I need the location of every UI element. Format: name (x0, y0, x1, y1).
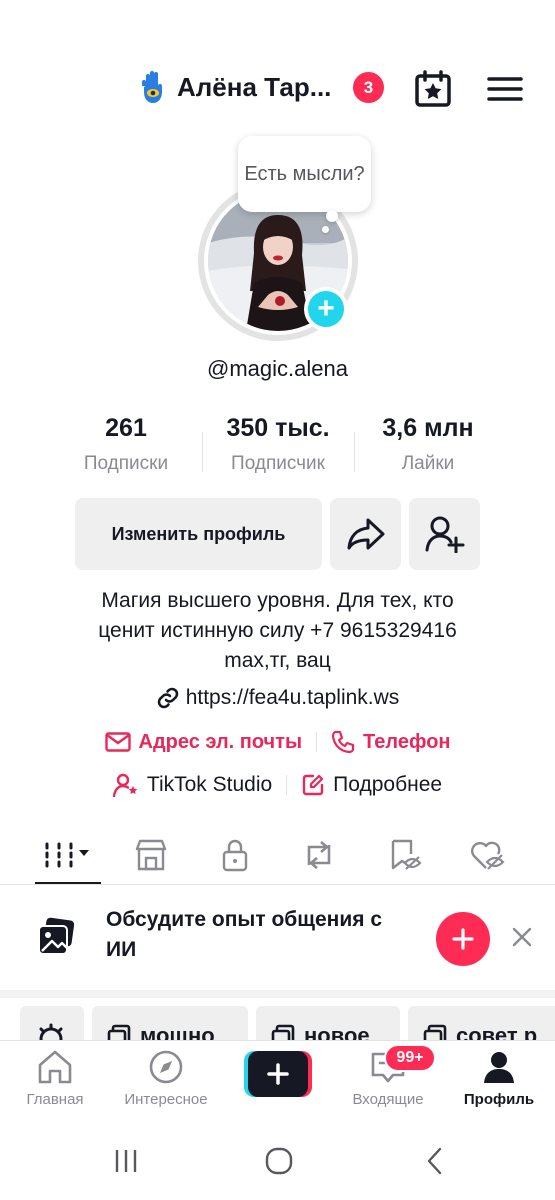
profile-icon (484, 1052, 514, 1083)
stat-following-label: Подписки (83, 453, 169, 474)
videos-grid-icon (45, 842, 89, 868)
profile-handle: @magic.alena (207, 356, 348, 381)
home-system-icon[interactable] (264, 1146, 294, 1176)
shop-icon (135, 839, 167, 871)
tab-liked[interactable] (448, 830, 528, 880)
mail-icon (104, 732, 131, 752)
calendar-star-icon[interactable] (413, 69, 453, 109)
stat-likes-label: Лайки (401, 453, 455, 474)
tab-private[interactable] (195, 830, 275, 880)
nav-discover-label: Интересное (124, 1091, 208, 1108)
more-info-button[interactable]: Подробнее (301, 773, 442, 797)
close-icon[interactable] (508, 923, 536, 951)
bio-line: ценит истинную силу +7 9615329416 (98, 619, 457, 642)
nav-profile[interactable]: Профиль (444, 1049, 554, 1108)
tab-videos[interactable] (28, 830, 108, 880)
tab-reposts[interactable] (279, 830, 359, 880)
ai-promo-text: Обсудите опыт общения с ИИ (106, 908, 383, 961)
section-divider (0, 990, 555, 998)
tiktok-studio-button[interactable]: TikTok Studio (112, 773, 273, 797)
nav-home-label: Главная (26, 1091, 84, 1108)
phone-contact-label: Телефон (363, 730, 451, 753)
stat-likes[interactable]: 3,6 млн Лайки (348, 414, 508, 475)
divider (316, 732, 318, 752)
ai-promo-banner[interactable]: Обсудите опыт общения с ИИ (0, 885, 555, 990)
photos-icon (38, 917, 75, 955)
nav-home[interactable]: Главная (0, 1049, 110, 1108)
stat-followers-value: 350 тыс. (226, 414, 330, 442)
thought-bubble-tail-small (322, 226, 329, 233)
bio-line: max,тг, вац (224, 649, 331, 672)
link-icon (157, 687, 178, 709)
nav-profile-label: Профиль (463, 1091, 535, 1108)
add-story-button[interactable]: + (304, 287, 348, 331)
phone-icon (331, 730, 355, 754)
compass-icon (149, 1050, 183, 1084)
ai-promo-add-button[interactable] (436, 912, 490, 966)
thought-bubble[interactable]: Есть мысли? (238, 136, 371, 212)
bio-line: Магия высшего уровня. Для тех, кто (101, 589, 454, 612)
email-contact-button[interactable]: Адрес эл. почты (104, 730, 303, 754)
stat-following[interactable]: 261 Подписки (46, 414, 206, 475)
stat-followers-label: Подписчик (231, 453, 325, 474)
edit-note-icon (302, 774, 324, 796)
edit-profile-button[interactable]: Изменить профиль (75, 498, 322, 570)
add-friend-button[interactable] (409, 498, 480, 570)
profile-username[interactable]: Алёна Тар... (177, 72, 331, 103)
system-navigation-bar (0, 1120, 555, 1200)
plus-icon (452, 928, 474, 950)
create-button[interactable] (244, 1051, 312, 1097)
phone-contact-button[interactable]: Телефон (331, 730, 451, 754)
profile-link-text: https://fea4u.taplink.ws (185, 686, 400, 709)
recent-apps-icon[interactable] (111, 1146, 141, 1176)
email-contact-label: Адрес эл. почты (138, 730, 303, 753)
profile-tabs (0, 830, 555, 886)
menu-icon[interactable] (487, 75, 523, 103)
profile-bio: Магия высшего уровня. Для тех, кто ценит… (40, 586, 515, 676)
nav-inbox-label: Входящие (352, 1091, 424, 1108)
notification-badge[interactable]: 3 (353, 72, 384, 103)
repost-icon (307, 841, 331, 869)
stat-followers[interactable]: 350 тыс. Подписчик (198, 414, 358, 475)
thought-bubble-tail (326, 210, 338, 222)
studio-row: TikTok Studio Подробнее (0, 773, 555, 797)
more-info-label: Подробнее (333, 773, 443, 796)
share-profile-button[interactable] (330, 498, 401, 570)
tab-shop[interactable] (111, 830, 191, 880)
home-icon (38, 1050, 72, 1084)
contact-row: Адрес эл. почты Телефон (0, 730, 555, 754)
studio-user-icon (112, 773, 138, 797)
profile-link[interactable]: https://fea4u.taplink.ws (0, 686, 555, 710)
nav-discover[interactable]: Интересное (111, 1049, 221, 1108)
hamsa-icon (142, 71, 162, 103)
tab-favorites[interactable] (365, 830, 445, 880)
bottom-navigation: Главная Интересное Входящие Профиль (0, 1040, 555, 1120)
heart-hidden-icon (471, 841, 505, 870)
stat-following-value: 261 (105, 414, 147, 442)
lock-icon (222, 839, 248, 872)
bookmark-hidden-icon (391, 839, 422, 870)
share-arrow-icon (347, 518, 384, 550)
add-user-icon (425, 516, 464, 553)
back-icon[interactable] (420, 1146, 450, 1176)
stat-likes-value: 3,6 млн (382, 414, 474, 442)
profile-header: Алёна Тар... 3 (0, 60, 555, 116)
inbox-badge: 99+ (384, 1044, 436, 1072)
tiktok-studio-label: TikTok Studio (146, 773, 273, 796)
divider (286, 775, 288, 795)
